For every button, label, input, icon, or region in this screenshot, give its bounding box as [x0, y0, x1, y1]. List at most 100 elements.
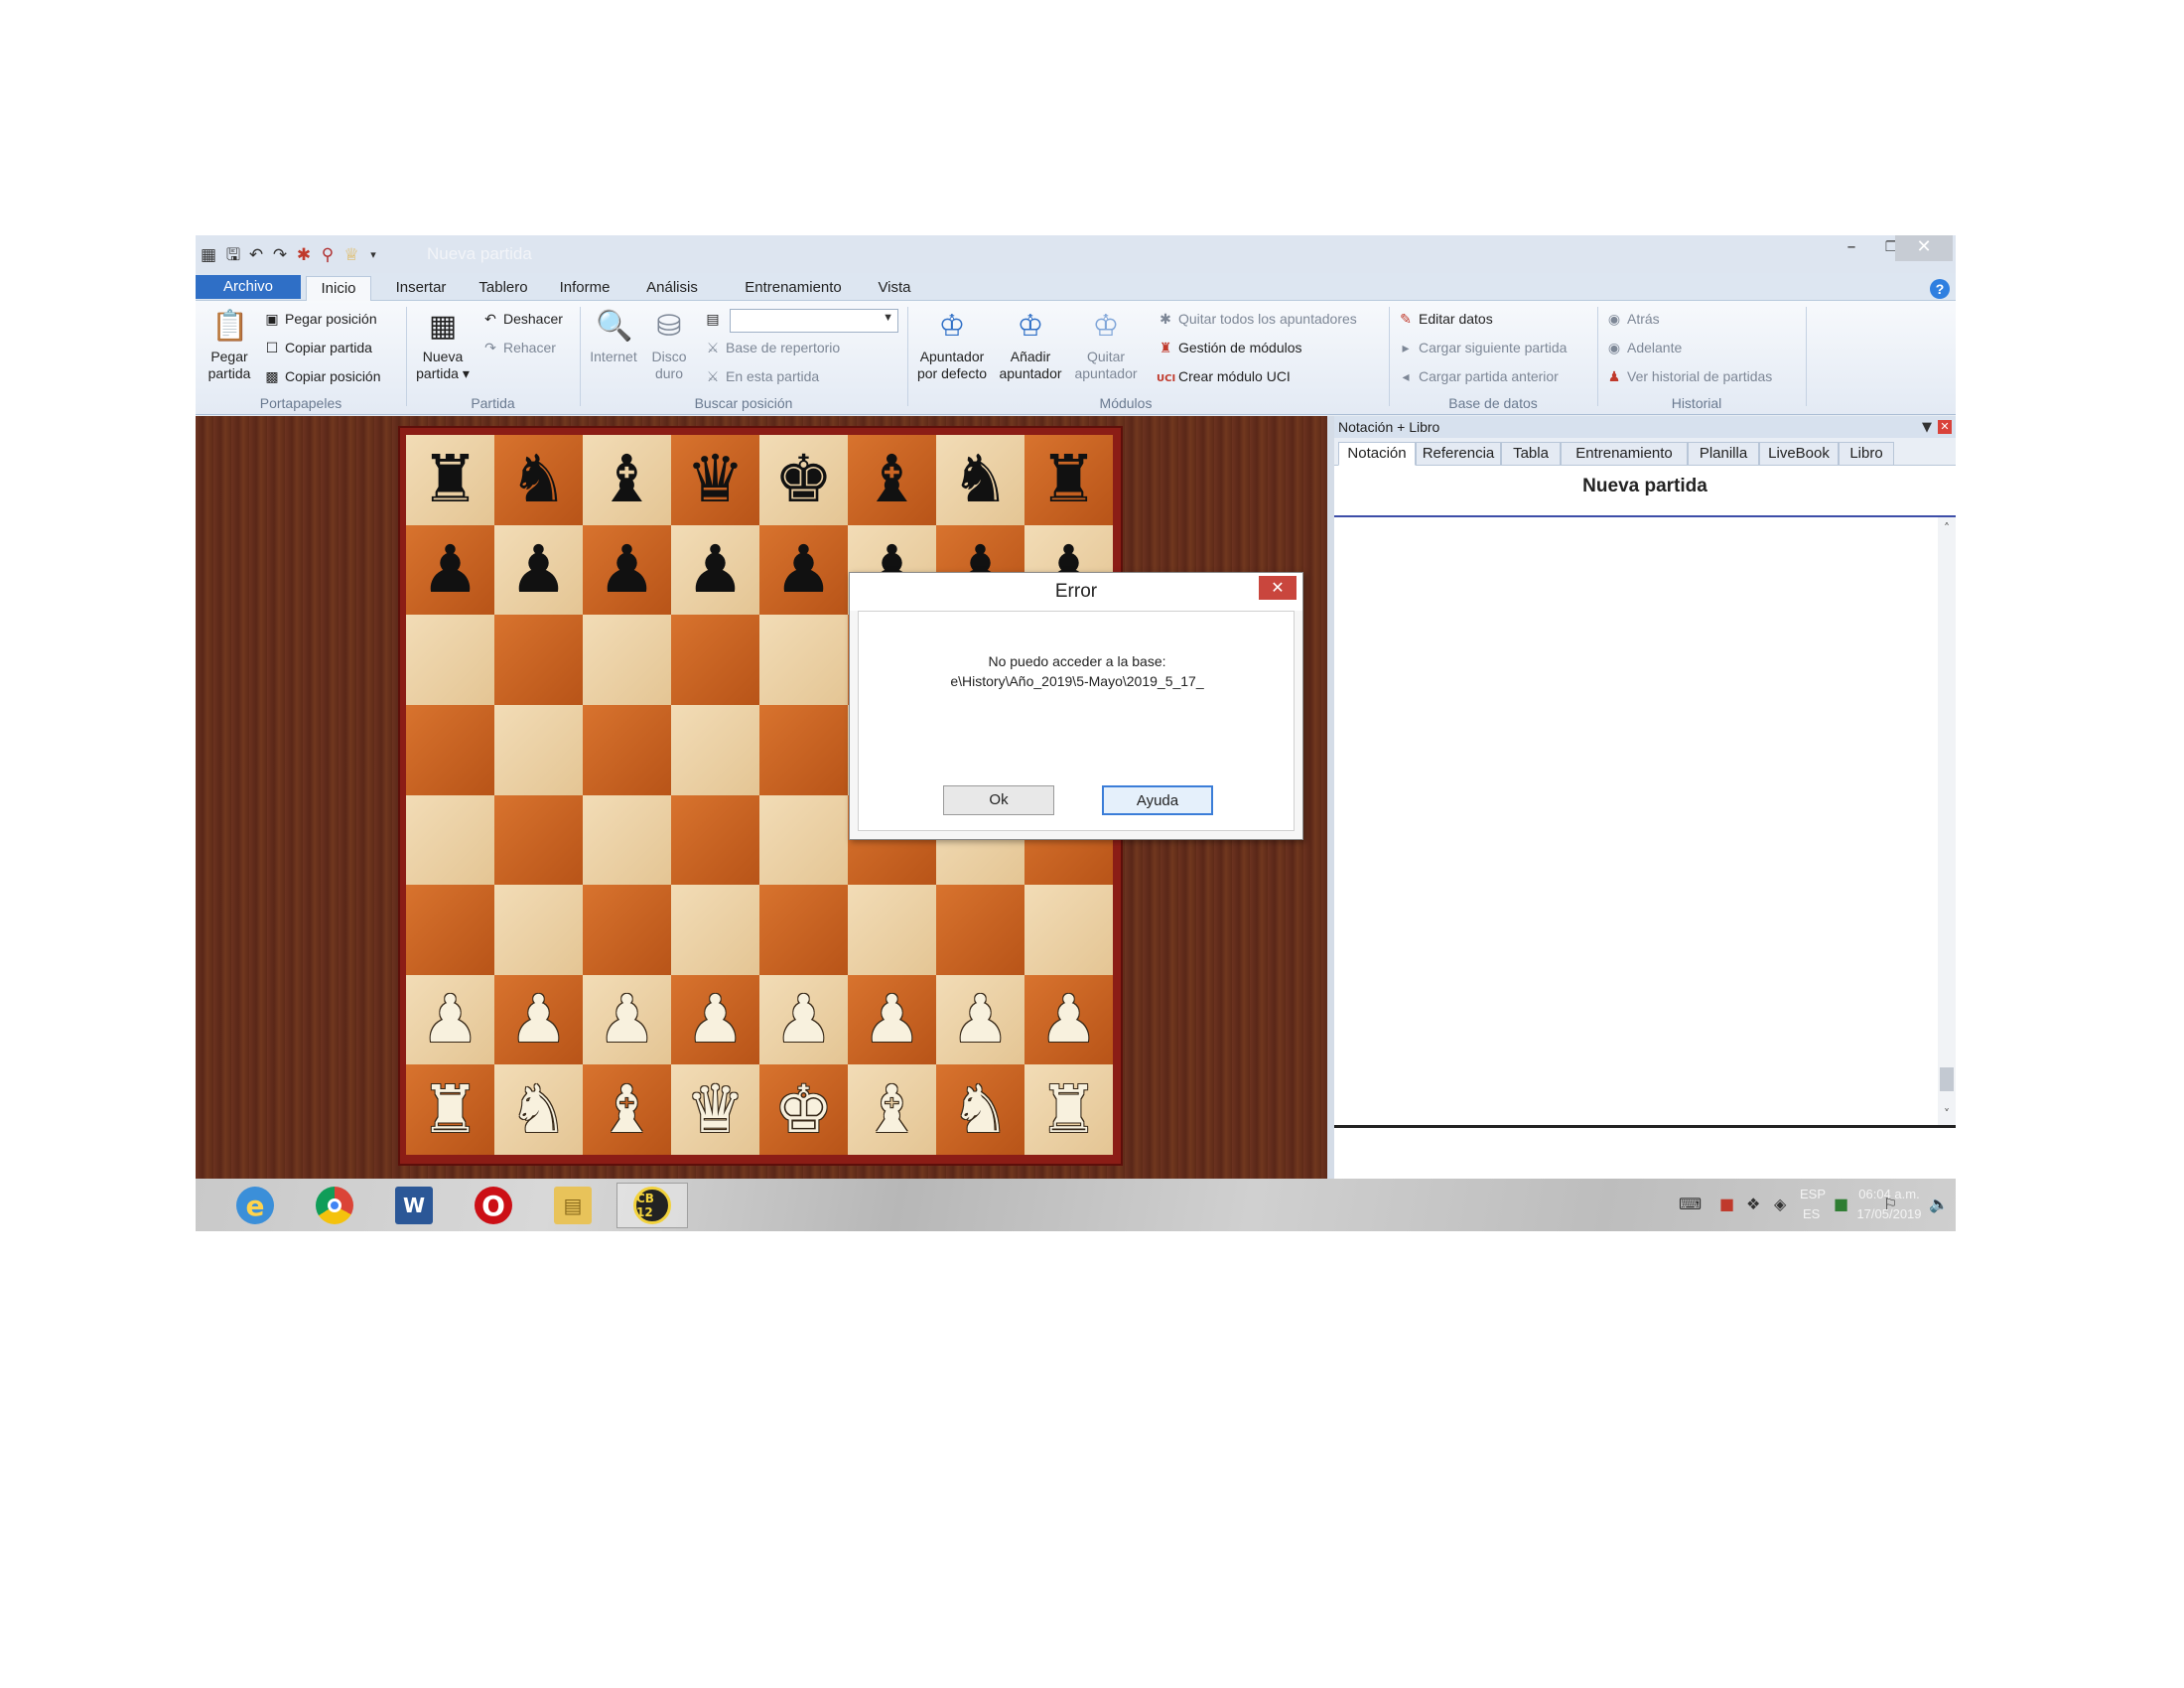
paste-game-button[interactable]: 📋 Pegar partida: [204, 309, 255, 382]
dropdown-icon[interactable]: ▾: [362, 244, 384, 266]
square-a4[interactable]: [406, 794, 494, 886]
engine-management-button[interactable]: ♜ Gestión de módulos: [1157, 340, 1302, 356]
redo-button[interactable]: ↷ Rehacer: [481, 340, 556, 356]
gpu-icon[interactable]: ■: [1834, 1195, 1848, 1213]
language-indicator[interactable]: ESP: [1800, 1187, 1826, 1201]
square-e4[interactable]: [759, 794, 848, 886]
game-history-button[interactable]: ♟ Ver historial de partidas: [1605, 368, 1773, 385]
square-d1[interactable]: ♛: [671, 1064, 759, 1155]
opera-icon[interactable]: O: [458, 1183, 529, 1228]
tab-livebook[interactable]: LiveBook: [1759, 442, 1839, 466]
black-piece[interactable]: ♞: [509, 447, 568, 512]
square-c1[interactable]: ♝: [583, 1064, 671, 1155]
help-icon[interactable]: ?: [1930, 279, 1950, 299]
square-f2[interactable]: ♟: [848, 974, 936, 1065]
square-e3[interactable]: [759, 885, 848, 975]
antivirus-icon[interactable]: ■: [1719, 1195, 1734, 1213]
close-button[interactable]: ✕: [1895, 235, 1953, 261]
remove-kibitzer-button[interactable]: ♔ Quitar apuntador: [1069, 309, 1143, 382]
help-button[interactable]: Ayuda: [1102, 785, 1213, 815]
square-b3[interactable]: [494, 885, 583, 975]
white-piece[interactable]: ♟: [951, 987, 1010, 1053]
black-piece[interactable]: ♝: [598, 447, 656, 512]
panel-dropdown-icon[interactable]: ▼: [1922, 417, 1932, 439]
square-e2[interactable]: ♟: [759, 974, 848, 1065]
white-piece[interactable]: ♝: [598, 1076, 656, 1143]
white-piece[interactable]: ♟: [509, 987, 568, 1053]
undo-button[interactable]: ↶ Deshacer: [481, 311, 563, 328]
white-piece[interactable]: ♞: [951, 1076, 1010, 1143]
chevron-down-icon[interactable]: ˅: [1938, 1107, 1956, 1121]
square-d8[interactable]: ♛: [671, 435, 759, 525]
square-g8[interactable]: ♞: [936, 435, 1024, 525]
board-icon[interactable]: ▦: [198, 244, 219, 266]
square-d6[interactable]: [671, 615, 759, 705]
copy-position-button[interactable]: ▩ Copiar posición: [263, 368, 380, 385]
square-a5[interactable]: [406, 704, 494, 795]
tab-entrenamiento-panel[interactable]: Entrenamiento: [1561, 442, 1688, 466]
clock-date[interactable]: 17/05/2019: [1849, 1206, 1929, 1221]
white-piece[interactable]: ♟: [1039, 987, 1098, 1053]
internet-button[interactable]: 🔍 Internet: [585, 309, 642, 365]
square-c4[interactable]: [583, 794, 671, 886]
panel-close-icon[interactable]: ✕: [1938, 420, 1952, 434]
square-b5[interactable]: [494, 704, 583, 795]
black-piece[interactable]: ♛: [686, 447, 745, 512]
black-piece[interactable]: ♝: [863, 447, 921, 512]
white-piece[interactable]: ♟: [863, 987, 921, 1053]
repertoire-base-button[interactable]: ⚔ Base de repertorio: [704, 340, 840, 356]
tab-archivo[interactable]: Archivo: [196, 275, 301, 299]
panel-splitter[interactable]: [1327, 416, 1334, 1179]
square-h3[interactable]: [1024, 885, 1113, 975]
white-piece[interactable]: ♟: [421, 987, 479, 1053]
forward-button[interactable]: ◉ Adelante: [1605, 340, 1682, 356]
square-a1[interactable]: ♜: [406, 1064, 494, 1155]
square-b6[interactable]: [494, 615, 583, 705]
square-h2[interactable]: ♟: [1024, 974, 1113, 1065]
white-piece[interactable]: ♟: [686, 987, 745, 1053]
square-e8[interactable]: ♚: [759, 435, 848, 525]
white-piece[interactable]: ♜: [1039, 1076, 1098, 1143]
save-icon[interactable]: 🖫: [222, 244, 244, 266]
engine-icon[interactable]: ✱: [293, 244, 315, 266]
create-uci-engine-button[interactable]: UCI Crear módulo UCI: [1157, 368, 1291, 384]
in-this-game-button[interactable]: ⚔ En esta partida: [704, 368, 819, 385]
white-piece[interactable]: ♟: [598, 987, 656, 1053]
square-d7[interactable]: ♟: [671, 524, 759, 616]
tab-notacion[interactable]: Notación: [1338, 442, 1416, 466]
position-search-combo[interactable]: ▼: [730, 309, 898, 333]
square-g1[interactable]: ♞: [936, 1064, 1024, 1155]
add-kibitzer-button[interactable]: ♔ Añadir apuntador: [994, 309, 1067, 382]
tab-inicio[interactable]: Inicio: [306, 276, 371, 302]
square-h1[interactable]: ♜: [1024, 1064, 1113, 1155]
default-kibitzer-button[interactable]: ♔ Apuntador por defecto: [912, 309, 992, 382]
square-f3[interactable]: [848, 885, 936, 975]
paste-position-button[interactable]: ▣ Pegar posición: [263, 311, 376, 328]
minimize-button[interactable]: –: [1834, 235, 1869, 261]
square-a7[interactable]: ♟: [406, 524, 494, 616]
tab-informe[interactable]: Informe: [553, 276, 616, 302]
square-h8[interactable]: ♜: [1024, 435, 1113, 525]
square-c7[interactable]: ♟: [583, 524, 671, 616]
edit-data-button[interactable]: ✎ Editar datos: [1397, 311, 1493, 328]
black-piece[interactable]: ♟: [598, 536, 656, 603]
copy-game-button[interactable]: ☐ Copiar partida: [263, 340, 372, 356]
square-f1[interactable]: ♝: [848, 1064, 936, 1155]
black-piece[interactable]: ♟: [421, 536, 479, 603]
file-explorer-icon[interactable]: ▤: [537, 1183, 609, 1228]
square-c3[interactable]: [583, 885, 671, 975]
white-piece[interactable]: ♛: [686, 1076, 745, 1143]
white-piece[interactable]: ♟: [774, 987, 833, 1053]
square-c8[interactable]: ♝: [583, 435, 671, 525]
tab-tablero[interactable]: Tablero: [472, 276, 535, 302]
square-c6[interactable]: [583, 615, 671, 705]
white-piece[interactable]: ♜: [421, 1076, 479, 1143]
load-next-game-button[interactable]: ▸ Cargar siguiente partida: [1397, 340, 1567, 356]
square-d5[interactable]: [671, 704, 759, 795]
redo-icon[interactable]: ↷: [269, 244, 291, 266]
square-g3[interactable]: [936, 885, 1024, 975]
tab-referencia[interactable]: Referencia: [1416, 442, 1501, 466]
vertical-scrollbar[interactable]: ˄ ˅: [1938, 517, 1956, 1125]
clock-time[interactable]: 06:04 a.m.: [1849, 1187, 1929, 1201]
pin-icon[interactable]: ⚲: [317, 244, 339, 266]
